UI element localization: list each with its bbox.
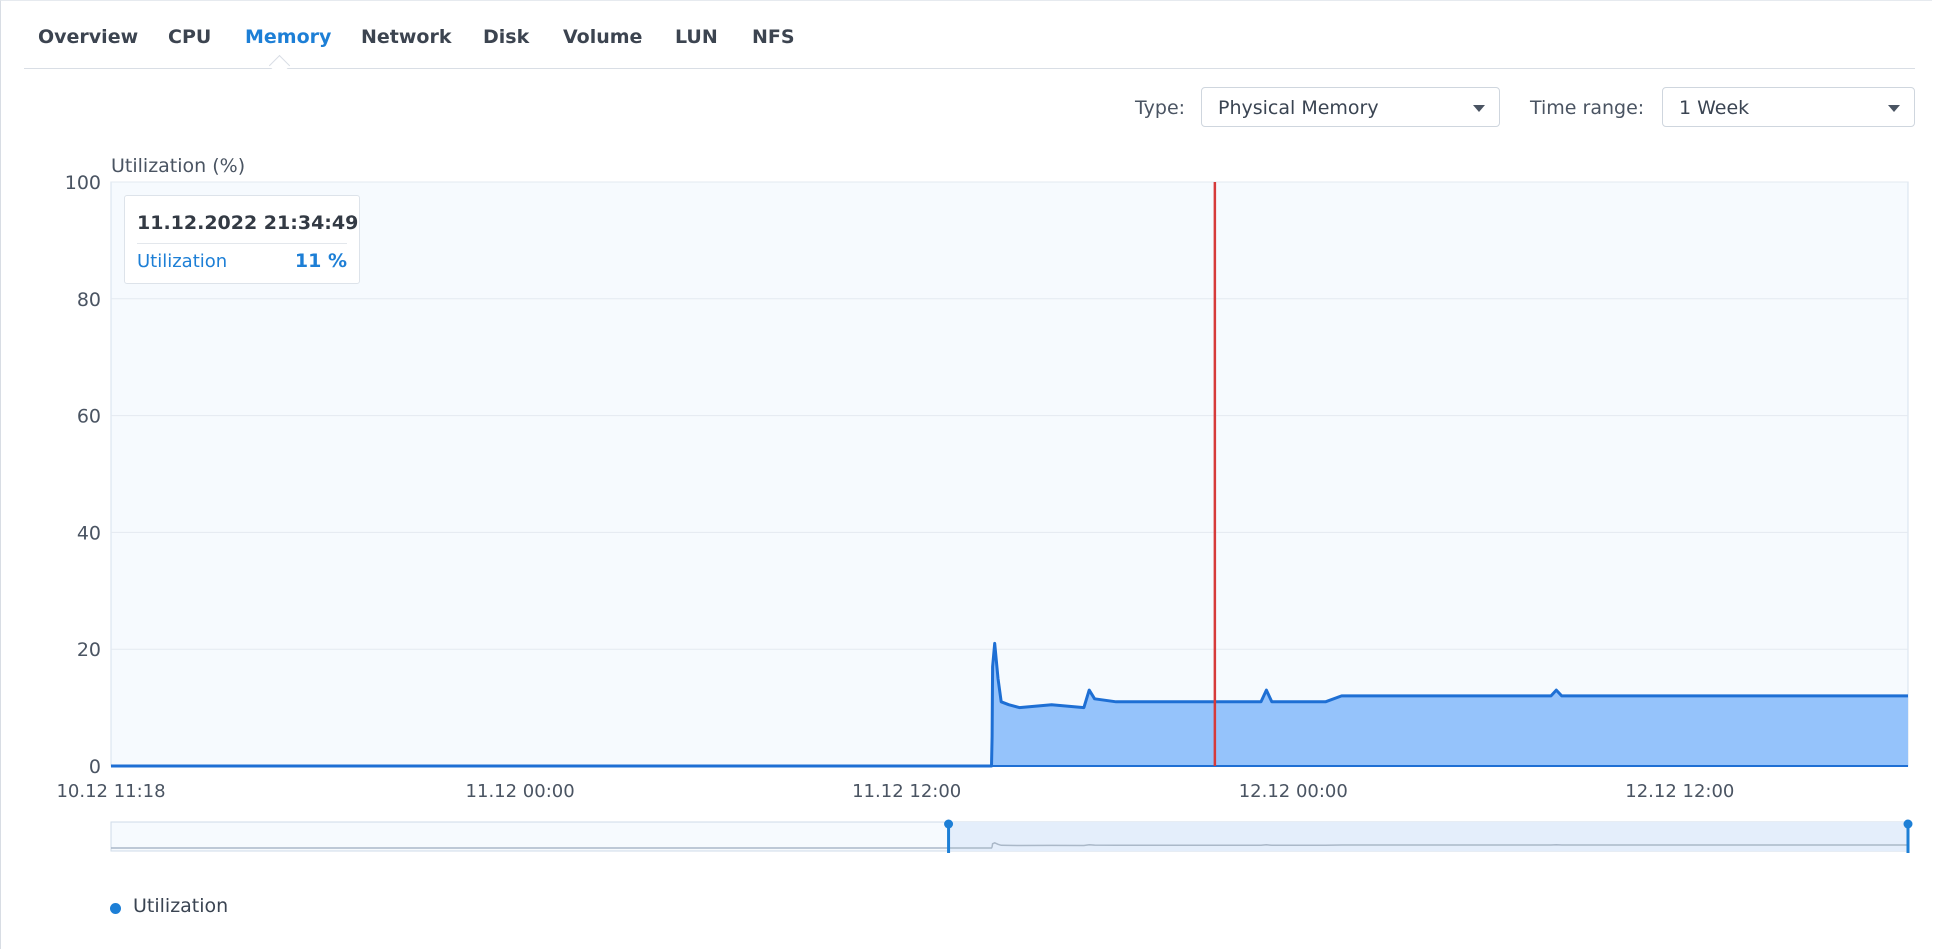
legend-label: Utilization: [133, 895, 229, 917]
range-handle-knob: [1903, 819, 1913, 829]
plot-area: [110, 181, 1909, 767]
y-tick-label: 60: [77, 406, 101, 428]
x-tick-label: 12.12 00:00: [1239, 781, 1348, 802]
y-tick-label: 100: [65, 172, 101, 194]
y-tick-label: 20: [77, 639, 101, 661]
x-tick-label: 10.12 11:18: [56, 781, 165, 802]
tooltip-value: 11 %: [294, 250, 347, 272]
tooltip-time: 11.12.2022 21:34:49: [137, 212, 359, 234]
y-tick-label: 0: [89, 756, 101, 778]
y-tick-label: 80: [77, 289, 101, 311]
y-axis-title: Utilization (%): [111, 155, 245, 177]
chart-tooltip: 11.12.2022 21:34:49 Utilization 11 %: [124, 195, 360, 284]
utilization-chart[interactable]: 0 20 40 60 80 100 Utilization (%) 10.12 11:18 11…: [0, 0, 1933, 950]
x-tick-label: 11.12 00:00: [466, 781, 575, 802]
tooltip-divider: [137, 243, 347, 244]
x-tick-label: 11.12 12:00: [852, 781, 961, 802]
x-tick-label: 12.12 12:00: [1625, 781, 1734, 802]
legend-dot-icon: [110, 903, 121, 914]
y-tick-label: 40: [77, 522, 101, 544]
tooltip-series-name: Utilization: [137, 251, 228, 272]
range-handle-knob: [944, 819, 954, 829]
range-selection: [948, 822, 1908, 851]
